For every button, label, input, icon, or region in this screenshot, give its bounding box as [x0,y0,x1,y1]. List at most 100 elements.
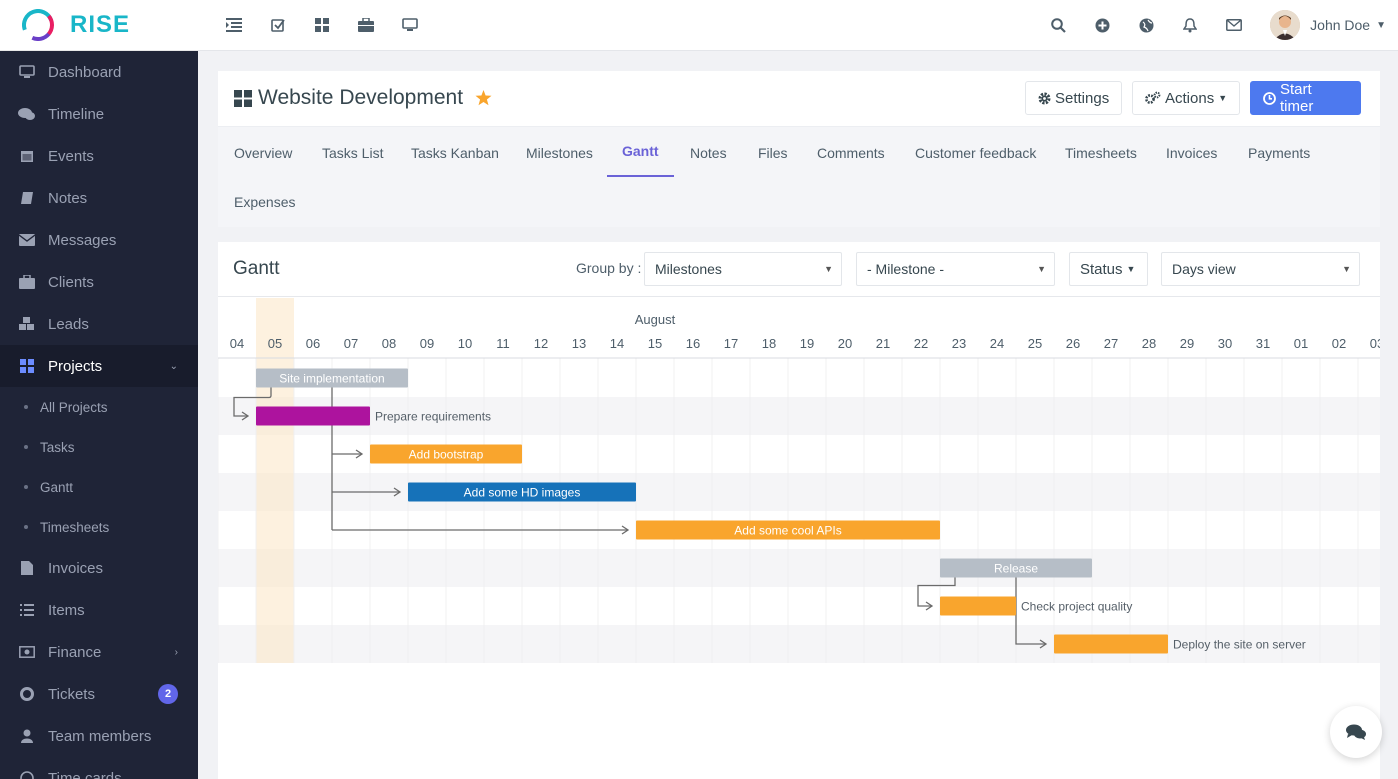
briefcase-clients-icon[interactable] [344,0,388,51]
month-label: August [635,312,676,327]
envelope-icon [18,233,36,247]
sidebar-subitem-label: Gantt [40,479,74,495]
search-icon[interactable] [1036,0,1080,51]
tab-gantt[interactable]: Gantt [607,127,674,177]
tab-comments[interactable]: Comments [817,128,885,178]
tab-files[interactable]: Files [758,128,788,178]
view-mode-select[interactable]: Days view ▼ [1161,252,1360,286]
actions-dropdown-button[interactable]: Actions ▼ [1132,81,1241,115]
day-label: 04 [230,336,244,351]
sidebar-item-dashboard[interactable]: Dashboard [0,51,198,93]
briefcase-icon [18,275,36,289]
chat-button[interactable] [1330,706,1382,758]
sidebar-item-tickets[interactable]: Tickets 2 [0,673,198,715]
tab-overview[interactable]: Overview [234,128,292,178]
sidebar-item-clients[interactable]: Clients [0,261,198,303]
sidebar-item-time-cards[interactable]: Time cards [0,757,198,779]
caret-down-icon: ▼ [1037,264,1046,274]
brand[interactable]: RISE [0,0,198,51]
gantt-panel: Gantt Group by : Milestones ▼ - Mileston… [218,242,1380,779]
settings-button[interactable]: Settings [1025,81,1123,115]
user-icon [18,729,36,743]
day-label: 03 [1370,336,1380,351]
top-navbar: John Doe ▼ [198,0,1398,51]
gantt-title: Gantt [233,258,280,279]
tab-notes[interactable]: Notes [690,128,727,178]
start-timer-button[interactable]: Start timer [1250,81,1361,115]
caret-down-icon: ▼ [1126,264,1136,274]
user-name: John Doe [1310,17,1371,33]
sidebar-item-team-members[interactable]: Team members [0,715,198,757]
gantt-bar[interactable] [1054,634,1168,654]
day-label: 30 [1218,336,1232,351]
calendar-icon [18,149,36,163]
tab-expenses[interactable]: Expenses [234,177,295,227]
book-icon [18,191,36,205]
sidebar-subitem-tasks[interactable]: Tasks [0,427,198,467]
start-timer-label: Start timer [1280,81,1314,115]
sidebar-subitem-label: Timesheets [40,519,110,535]
day-label: 27 [1104,336,1118,351]
gantt-bar[interactable] [940,596,1016,616]
settings-button-label: Settings [1055,89,1110,107]
user-menu[interactable]: John Doe ▼ [1270,10,1386,40]
chevron-right-icon: › [174,646,178,658]
view-mode-value: Days view [1172,261,1236,277]
sidebar-item-finance[interactable]: Finance › [0,631,198,673]
clock-icon [18,771,36,779]
gantt-bar-label: Add some HD images [464,486,581,500]
gantt-toolbar: Gantt Group by : Milestones ▼ - Mileston… [218,242,1380,297]
tab-tasks-list[interactable]: Tasks List [322,128,383,178]
day-label: 20 [838,336,852,351]
star-icon[interactable] [475,90,492,106]
day-label: 02 [1332,336,1346,351]
sidebar-item-label: Finance [48,643,102,661]
sidebar-item-invoices[interactable]: Invoices [0,547,198,589]
sidebar-item-label: Time cards [48,769,122,779]
tab-milestones[interactable]: Milestones [526,128,593,178]
group-by-select[interactable]: Milestones ▼ [644,252,842,286]
checkbox-tasks-icon[interactable] [256,0,300,51]
sidebar-item-notes[interactable]: Notes [0,177,198,219]
envelope-icon[interactable] [1212,0,1256,51]
grid-projects-icon[interactable] [300,0,344,51]
day-label: 08 [382,336,396,351]
gantt-bar[interactable] [256,406,370,426]
tab-tasks-kanban[interactable]: Tasks Kanban [411,128,499,178]
sidebar-subitem-gantt[interactable]: Gantt [0,467,198,507]
day-label: 10 [458,336,472,351]
sidebar-item-timeline[interactable]: Timeline [0,93,198,135]
bullet-icon [24,485,28,489]
status-filter-button[interactable]: Status ▼ [1069,252,1148,286]
tab-payments[interactable]: Payments [1248,128,1310,178]
sidebar-item-events[interactable]: Events [0,135,198,177]
sidebar-subitem-timesheets[interactable]: Timesheets [0,507,198,547]
sidebar-item-leads[interactable]: Leads [0,303,198,345]
gantt-bar-label: Add bootstrap [409,448,484,462]
today-highlight [256,298,294,663]
sidebar-toggle-icon[interactable] [212,0,256,51]
sidebar-menu: Dashboard Timeline Events Notes Messages… [0,51,198,779]
caret-down-icon: ▼ [824,264,833,274]
day-label: 17 [724,336,738,351]
tab-timesheets[interactable]: Timesheets [1065,128,1137,178]
sidebar-item-projects[interactable]: Projects ⌄ [0,345,198,387]
sidebar-item-items[interactable]: Items [0,589,198,631]
day-label: 09 [420,336,434,351]
monitor-dashboard-icon[interactable] [388,0,432,51]
tab-customer-feedback[interactable]: Customer feedback [915,128,1036,178]
grid-icon [234,89,252,107]
sidebar-subitem-all-projects[interactable]: All Projects [0,387,198,427]
day-label: 16 [686,336,700,351]
sidebar-subitem-label: All Projects [40,399,108,415]
milestone-select[interactable]: - Milestone - ▼ [856,252,1055,286]
sidebar-item-messages[interactable]: Messages [0,219,198,261]
gantt-bar-label: Add some cool APIs [734,524,841,538]
bell-icon[interactable] [1168,0,1212,51]
add-circle-icon[interactable] [1080,0,1124,51]
tab-invoices[interactable]: Invoices [1166,128,1217,178]
grid-icon [18,359,36,373]
caret-down-icon: ▼ [1342,264,1351,274]
globe-icon[interactable] [1124,0,1168,51]
money-icon [18,645,36,659]
